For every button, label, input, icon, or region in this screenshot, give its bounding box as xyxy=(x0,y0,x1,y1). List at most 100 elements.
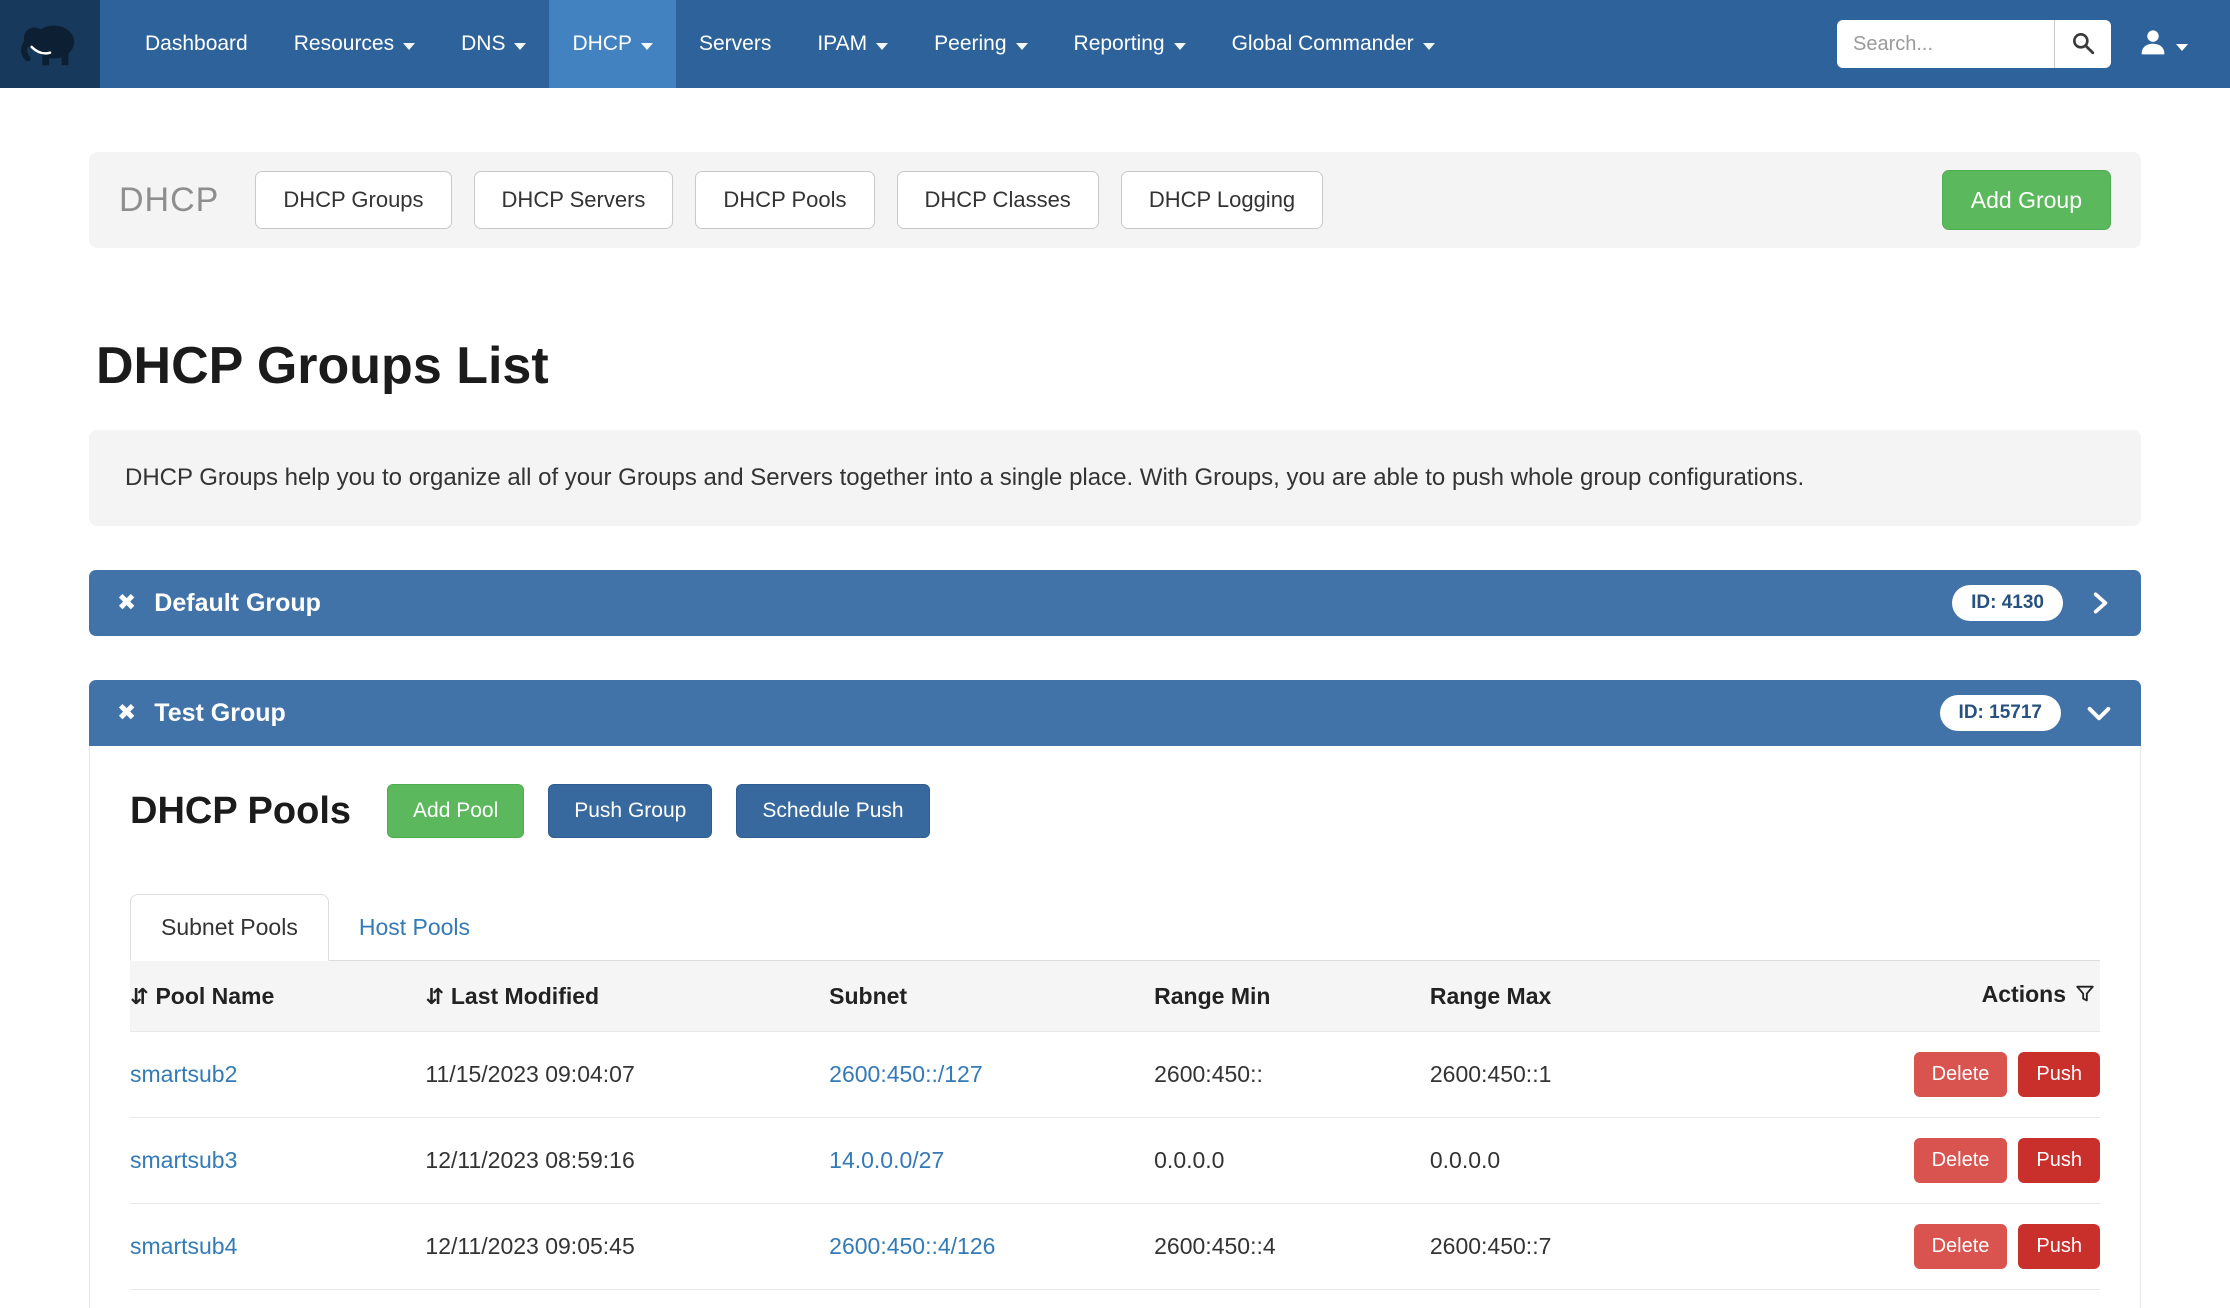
subnet-link[interactable]: 2600:450::4/126 xyxy=(829,1233,995,1259)
group-header-default[interactable]: ✖ Default Group ID: 4130 xyxy=(89,570,2141,636)
nav-servers-label: Servers xyxy=(699,32,771,56)
group-header-test[interactable]: ✖ Test Group ID: 15717 xyxy=(89,680,2141,746)
dhcp-toolbar: DHCP DHCP Groups DHCP Servers DHCP Pools… xyxy=(89,152,2141,248)
column-label: Range Max xyxy=(1430,983,1551,1009)
column-header-pool-name[interactable]: ⇵ Pool Name xyxy=(130,961,425,1032)
range-max-cell: 2600:450::7 xyxy=(1430,1204,1903,1290)
column-label: Subnet xyxy=(829,983,907,1009)
column-header-last-modified[interactable]: ⇵ Last Modified xyxy=(425,961,829,1032)
column-header-subnet: Subnet xyxy=(829,961,1154,1032)
last-modified-cell: 12/11/2023 09:05:45 xyxy=(425,1204,829,1290)
nav-resources-label: Resources xyxy=(294,32,394,56)
tab-host-pools-label: Host Pools xyxy=(359,914,470,940)
tab-subnet-pools[interactable]: Subnet Pools xyxy=(130,894,329,961)
user-menu[interactable] xyxy=(2137,26,2188,63)
pools-tabs: Subnet Pools Host Pools xyxy=(130,894,2100,961)
nav-resources[interactable]: Resources xyxy=(271,0,438,88)
nav-peering-label: Peering xyxy=(934,32,1006,56)
chevron-down-icon xyxy=(876,43,888,50)
range-max-cell: 2600:450::1 xyxy=(1430,1032,1903,1118)
pool-name-link[interactable]: smartsub4 xyxy=(130,1233,237,1259)
column-label: Pool Name xyxy=(155,983,274,1009)
close-icon[interactable]: ✖ xyxy=(117,702,136,725)
column-label: Range Min xyxy=(1154,983,1270,1009)
chevron-down-icon xyxy=(641,43,653,50)
table-row: smartsub4 12/11/2023 09:05:45 2600:450::… xyxy=(130,1204,2100,1290)
subnet-link[interactable]: 2600:450::/127 xyxy=(829,1061,982,1087)
nav-servers[interactable]: Servers xyxy=(676,0,794,88)
page-description: DHCP Groups help you to organize all of … xyxy=(89,430,2141,526)
chevron-down-icon xyxy=(1174,43,1186,50)
nav-global-commander[interactable]: Global Commander xyxy=(1209,0,1458,88)
sort-icon[interactable]: ⇵ xyxy=(130,985,148,1010)
dhcp-classes-button[interactable]: DHCP Classes xyxy=(897,171,1099,229)
nav-dns-label: DNS xyxy=(461,32,505,56)
chevron-right-icon[interactable] xyxy=(2087,590,2113,616)
dhcp-groups-button[interactable]: DHCP Groups xyxy=(255,171,451,229)
pool-name-link[interactable]: smartsub2 xyxy=(130,1061,237,1087)
search-button[interactable] xyxy=(2055,20,2111,68)
table-header-row: ⇵ Pool Name ⇵ Last Modified Subnet Range M… xyxy=(130,961,2100,1032)
dhcp-pools-button[interactable]: DHCP Pools xyxy=(695,171,874,229)
delete-button[interactable]: Delete xyxy=(1914,1138,2008,1183)
last-modified-cell: 11/15/2023 09:33:29 xyxy=(425,1290,829,1308)
pool-name-link[interactable]: smartsub3 xyxy=(130,1147,237,1173)
range-max-cell: 172.16.3.255 xyxy=(1430,1290,1903,1308)
nav-reporting-label: Reporting xyxy=(1074,32,1165,56)
push-button[interactable]: Push xyxy=(2018,1138,2100,1183)
nav-dhcp-label: DHCP xyxy=(572,32,632,56)
tab-host-pools[interactable]: Host Pools xyxy=(329,895,500,960)
add-group-button[interactable]: Add Group xyxy=(1942,170,2111,230)
chevron-down-icon[interactable] xyxy=(2085,699,2113,727)
nav-reporting[interactable]: Reporting xyxy=(1051,0,1209,88)
delete-button[interactable]: Delete xyxy=(1914,1052,2008,1097)
sort-icon[interactable]: ⇵ xyxy=(425,985,443,1010)
range-min-cell: 172.16.3.0 xyxy=(1154,1290,1430,1308)
push-button[interactable]: Push xyxy=(2018,1224,2100,1269)
nav-dhcp[interactable]: DHCP xyxy=(549,0,676,88)
navbar-right xyxy=(1837,0,2230,88)
nav-dashboard[interactable]: Dashboard xyxy=(122,0,271,88)
page-title: DHCP Groups List xyxy=(96,336,2141,396)
nav-dashboard-label: Dashboard xyxy=(145,32,248,56)
search-icon xyxy=(2070,30,2096,59)
group-panel-default: ✖ Default Group ID: 4130 xyxy=(89,570,2141,636)
app-logo[interactable] xyxy=(0,0,100,88)
column-label: Actions xyxy=(1982,981,2066,1007)
search-input[interactable] xyxy=(1837,20,2055,68)
range-min-cell: 0.0.0.0 xyxy=(1154,1118,1430,1204)
group-id-badge: ID: 4130 xyxy=(1952,585,2063,621)
tab-subnet-pools-label: Subnet Pools xyxy=(161,914,298,940)
nav-ipam[interactable]: IPAM xyxy=(794,0,911,88)
dhcp-servers-button[interactable]: DHCP Servers xyxy=(474,171,674,229)
chevron-down-icon xyxy=(514,43,526,50)
user-icon xyxy=(2137,26,2169,63)
add-pool-button[interactable]: Add Pool xyxy=(387,784,524,838)
chevron-down-icon xyxy=(1423,43,1435,50)
range-max-cell: 0.0.0.0 xyxy=(1430,1118,1903,1204)
group-panel-test: ✖ Test Group ID: 15717 DHCP Pools Add Po… xyxy=(89,680,2141,1308)
group-panel-body: DHCP Pools Add Pool Push Group Schedule … xyxy=(89,746,2141,1308)
main-container: DHCP DHCP Groups DHCP Servers DHCP Pools… xyxy=(89,152,2141,1308)
push-group-button[interactable]: Push Group xyxy=(548,784,712,838)
chevron-down-icon xyxy=(403,43,415,50)
nav-global-commander-label: Global Commander xyxy=(1232,32,1414,56)
filter-icon[interactable] xyxy=(2074,984,2096,1010)
mammoth-logo-icon xyxy=(19,11,81,78)
subnet-link[interactable]: 14.0.0.0/27 xyxy=(829,1147,944,1173)
nav-dns[interactable]: DNS xyxy=(438,0,549,88)
top-navbar: Dashboard Resources DNS DHCP Servers IPA… xyxy=(0,0,2230,88)
close-icon[interactable]: ✖ xyxy=(117,592,136,615)
chevron-down-icon xyxy=(1016,43,1028,50)
pools-title: DHCP Pools xyxy=(130,790,351,833)
push-button[interactable]: Push xyxy=(2018,1052,2100,1097)
dhcp-logging-button[interactable]: DHCP Logging xyxy=(1121,171,1323,229)
schedule-push-button[interactable]: Schedule Push xyxy=(736,784,929,838)
nav-peering[interactable]: Peering xyxy=(911,0,1050,88)
delete-button[interactable]: Delete xyxy=(1914,1224,2008,1269)
column-header-actions: Actions xyxy=(1903,961,2100,1032)
range-min-cell: 2600:450:: xyxy=(1154,1032,1430,1118)
group-name: Default Group xyxy=(154,589,321,618)
last-modified-cell: 12/11/2023 08:59:16 xyxy=(425,1118,829,1204)
column-label: Last Modified xyxy=(451,983,599,1009)
